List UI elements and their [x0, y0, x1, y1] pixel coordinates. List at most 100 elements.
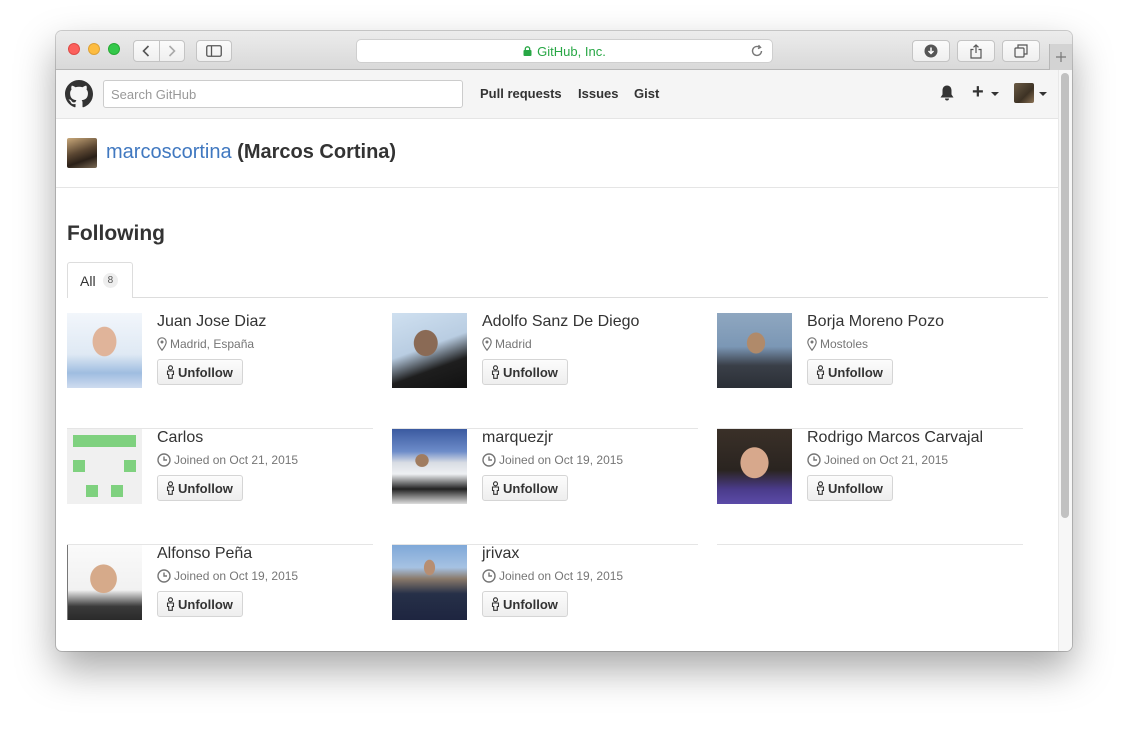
person-icon — [166, 481, 175, 495]
unfollow-label: Unfollow — [178, 480, 233, 496]
user-meta-text: Joined on Oct 19, 2015 — [499, 569, 624, 583]
user-avatar-menu[interactable] — [1014, 83, 1034, 103]
unfollow-label: Unfollow — [503, 364, 558, 380]
nav-pull-requests[interactable]: Pull requests — [480, 86, 562, 101]
minimize-window-button[interactable] — [88, 43, 100, 55]
profile-full-name: (Marcos Cortina) — [237, 141, 397, 163]
scrollbar-thumb[interactable] — [1061, 73, 1069, 518]
unfollow-button[interactable]: Unfollow — [482, 359, 568, 385]
tab-counter-badge: 8 — [102, 273, 119, 288]
user-meta: Joined on Oct 19, 2015 — [482, 453, 623, 467]
person-icon — [491, 365, 500, 379]
location-icon — [157, 337, 167, 351]
chevron-down-icon — [991, 92, 999, 96]
nav-issues[interactable]: Issues — [578, 86, 618, 101]
user-meta: Joined on Oct 19, 2015 — [482, 569, 623, 583]
user-name-link[interactable]: Borja Moreno Pozo — [807, 313, 944, 331]
tab-all[interactable]: All 8 — [67, 262, 133, 298]
user-meta-text: Joined on Oct 21, 2015 — [824, 453, 949, 467]
person-icon — [166, 365, 175, 379]
profile-login-link[interactable]: marcoscortina — [106, 141, 232, 163]
user-avatar[interactable] — [392, 313, 467, 388]
user-name-link[interactable]: marquezjr — [482, 429, 553, 447]
user-meta: Joined on Oct 21, 2015 — [807, 453, 948, 467]
person-icon — [491, 481, 500, 495]
sidebar-toggle-button[interactable] — [196, 40, 232, 62]
user-avatar[interactable] — [717, 313, 792, 388]
tab-label: All — [80, 272, 96, 289]
zoom-window-button[interactable] — [108, 43, 120, 55]
user-card: Carlos Joined on Oct 21, 2015 Unfollow — [67, 429, 373, 545]
browser-toolbar: GitHub, Inc. — [56, 31, 1072, 70]
user-avatar[interactable] — [67, 545, 142, 620]
user-card: Adolfo Sanz De Diego Madrid Unfollow — [392, 313, 698, 429]
profile-header: marcoscortina (Marcos Cortina) — [56, 119, 1058, 188]
share-button[interactable] — [957, 40, 995, 62]
reload-icon[interactable] — [750, 44, 764, 58]
unfollow-button[interactable]: Unfollow — [157, 359, 243, 385]
close-window-button[interactable] — [68, 43, 80, 55]
chevron-down-icon — [1039, 92, 1047, 96]
profile-avatar[interactable] — [67, 138, 97, 168]
unfollow-label: Unfollow — [503, 480, 558, 496]
user-meta: Mostoles — [807, 337, 868, 351]
unfollow-button[interactable]: Unfollow — [157, 591, 243, 617]
downloads-button[interactable] — [912, 40, 950, 62]
forward-button[interactable] — [158, 41, 184, 61]
user-name-link[interactable]: Rodrigo Marcos Carvajal — [807, 429, 983, 447]
user-name-link[interactable]: Adolfo Sanz De Diego — [482, 313, 639, 331]
unfollow-button[interactable]: Unfollow — [157, 475, 243, 501]
download-icon — [924, 44, 938, 58]
person-icon — [816, 365, 825, 379]
user-name-link[interactable]: Alfonso Peña — [157, 545, 252, 563]
tab-overview-button[interactable] — [1002, 40, 1040, 62]
user-card: marquezjr Joined on Oct 19, 2015 Unfollo… — [392, 429, 698, 545]
profile-title: marcoscortina (Marcos Cortina) — [106, 141, 396, 164]
search-input[interactable] — [103, 80, 463, 108]
location-icon — [807, 337, 817, 351]
clock-icon — [157, 569, 171, 583]
chevron-right-icon — [168, 45, 176, 57]
history-nav-group — [133, 40, 185, 62]
unfollow-button[interactable]: Unfollow — [482, 475, 568, 501]
user-avatar[interactable] — [717, 429, 792, 504]
nav-gist[interactable]: Gist — [634, 86, 659, 101]
user-meta-text: Mostoles — [820, 337, 869, 351]
user-name-link[interactable]: Juan Jose Diaz — [157, 313, 266, 331]
user-meta-text: Joined on Oct 19, 2015 — [499, 453, 624, 467]
user-avatar[interactable] — [392, 545, 467, 620]
unfollow-button[interactable]: Unfollow — [482, 591, 568, 617]
person-icon — [816, 481, 825, 495]
user-card: Rodrigo Marcos Carvajal Joined on Oct 21… — [717, 429, 1023, 545]
sidebar-icon — [206, 45, 222, 57]
unfollow-button[interactable]: Unfollow — [807, 475, 893, 501]
user-card: Borja Moreno Pozo Mostoles Unfollow — [717, 313, 1023, 429]
unfollow-label: Unfollow — [828, 480, 883, 496]
tabs-icon — [1014, 44, 1028, 58]
page-title: Following — [67, 222, 165, 245]
address-bar[interactable]: GitHub, Inc. — [356, 39, 773, 63]
unfollow-label: Unfollow — [178, 596, 233, 612]
user-name-link[interactable]: Carlos — [157, 429, 203, 447]
notifications-bell-icon[interactable] — [940, 85, 954, 101]
user-avatar[interactable] — [67, 429, 142, 504]
github-logo-icon[interactable] — [65, 80, 93, 108]
user-avatar[interactable] — [392, 429, 467, 504]
create-new-button[interactable]: + — [972, 82, 984, 102]
person-icon — [166, 597, 175, 611]
person-icon — [491, 597, 500, 611]
chevron-left-icon — [142, 45, 150, 57]
back-button[interactable] — [134, 41, 159, 61]
unfollow-label: Unfollow — [503, 596, 558, 612]
user-meta: Madrid — [482, 337, 532, 351]
github-header: Pull requests Issues Gist + — [56, 70, 1058, 119]
unfollow-button[interactable]: Unfollow — [807, 359, 893, 385]
user-avatar[interactable] — [67, 313, 142, 388]
user-meta: Joined on Oct 19, 2015 — [157, 569, 298, 583]
unfollow-label: Unfollow — [178, 364, 233, 380]
new-tab-button[interactable] — [1049, 44, 1072, 70]
user-name-link[interactable]: jrivax — [482, 545, 519, 563]
user-meta: Joined on Oct 21, 2015 — [157, 453, 298, 467]
unfollow-label: Unfollow — [828, 364, 883, 380]
location-icon — [482, 337, 492, 351]
